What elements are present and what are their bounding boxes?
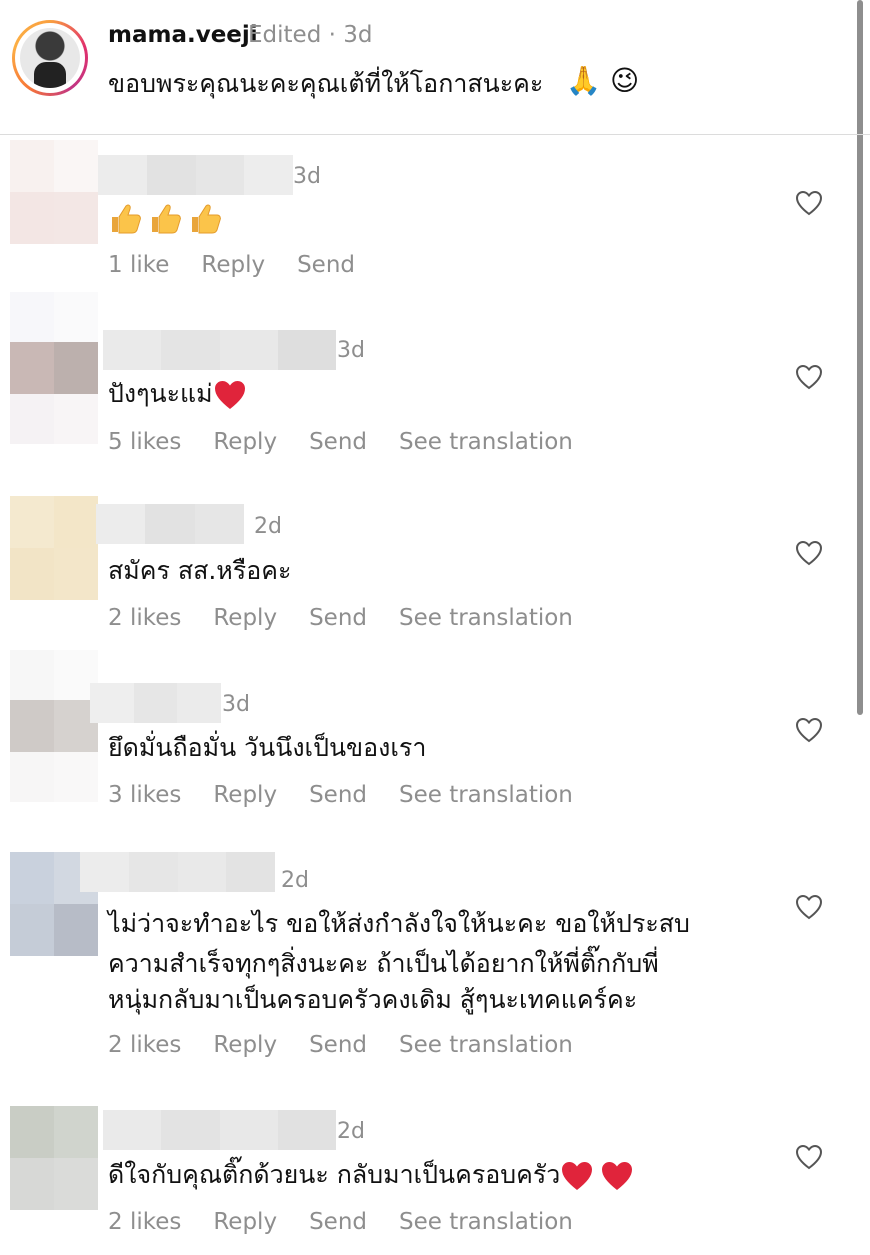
reply-button[interactable]: Reply <box>213 1209 277 1235</box>
winking-face-emoji-icon: 😉 <box>610 64 640 97</box>
red-heart-icon <box>562 1162 593 1190</box>
comment-text-row: ปังๆนะแม่ <box>108 372 247 416</box>
blurred-username[interactable] <box>98 155 293 195</box>
avatar[interactable] <box>10 292 98 444</box>
see-translation-link[interactable]: See translation <box>399 1209 573 1235</box>
likes-count[interactable]: 2 likes <box>108 1209 181 1235</box>
see-translation-link[interactable]: See translation <box>399 1032 573 1058</box>
avatar[interactable] <box>12 20 88 96</box>
comment-text: ยึดมั่นถือมั่น วันนึงเป็นของเรา <box>108 733 427 762</box>
folded-hands-emoji-icon: 🙏 <box>566 64 601 97</box>
reply-button[interactable]: Reply <box>213 782 277 808</box>
avatar[interactable] <box>10 496 98 600</box>
send-button[interactable]: Send <box>297 252 355 278</box>
send-button[interactable]: Send <box>309 1032 367 1058</box>
send-button[interactable]: Send <box>309 1209 367 1235</box>
like-heart-icon[interactable] <box>795 190 823 216</box>
blurred-username[interactable] <box>80 852 275 892</box>
comment-text-line: หนุ่มกลับมาเป็นครอบครัวคงเดิม สู้ๆนะเทคแ… <box>108 985 638 1014</box>
avatar[interactable] <box>10 650 98 802</box>
thumbs-up-icon <box>192 204 221 234</box>
like-heart-icon[interactable] <box>795 894 823 920</box>
reply-button[interactable]: Reply <box>213 429 277 455</box>
comment-time: 3d <box>293 164 321 189</box>
blurred-username[interactable] <box>90 683 222 723</box>
reply-button[interactable]: Reply <box>213 605 277 631</box>
like-heart-icon[interactable] <box>795 364 823 390</box>
likes-count[interactable]: 2 likes <box>108 605 181 631</box>
comment-actions: 2 likes Reply Send See translation <box>108 1209 605 1235</box>
comment-text: สมัคร สส.หรือคะ <box>108 556 292 585</box>
like-heart-icon[interactable] <box>795 717 823 743</box>
send-button[interactable]: Send <box>309 782 367 808</box>
thumbs-up-icon <box>112 204 141 234</box>
blurred-username[interactable] <box>103 330 336 370</box>
comment-text: ดีใจกับคุณติ๊กด้วยนะ กลับมาเป็นครอบครัว <box>108 1160 561 1189</box>
send-button[interactable]: Send <box>309 429 367 455</box>
reply-button[interactable]: Reply <box>201 252 265 278</box>
comment-actions: 5 likes Reply Send See translation <box>108 429 605 455</box>
likes-count[interactable]: 2 likes <box>108 1032 181 1058</box>
likes-count[interactable]: 5 likes <box>108 429 181 455</box>
avatar[interactable] <box>10 1106 98 1210</box>
original-post: mama.veeji Edited · 3d ขอบพระคุณนะคะคุณเ… <box>0 0 870 135</box>
see-translation-link[interactable]: See translation <box>399 782 573 808</box>
comment-time: 3d <box>222 692 250 717</box>
comment-time: 3d <box>337 338 365 363</box>
username[interactable]: mama.veeji <box>108 22 258 48</box>
like-heart-icon[interactable] <box>795 1144 823 1170</box>
red-heart-icon <box>214 381 245 409</box>
post-meta: Edited · 3d <box>248 22 373 48</box>
comment-time: 2d <box>281 868 309 893</box>
send-button[interactable]: Send <box>309 605 367 631</box>
comment-actions: 1 like Reply Send <box>108 252 387 278</box>
comment-time: 2d <box>337 1119 365 1144</box>
blurred-username[interactable] <box>96 504 244 544</box>
comment-actions: 2 likes Reply Send See translation <box>108 1032 605 1058</box>
comment-text: ปังๆนะแม่ <box>108 379 213 408</box>
blurred-username[interactable] <box>103 1110 336 1150</box>
likes-count[interactable]: 1 like <box>108 252 169 278</box>
comment-text-line: ไม่ว่าจะทำอะไร ขอให้ส่งกำลังใจให้นะคะ ขอ… <box>108 909 690 938</box>
reply-button[interactable]: Reply <box>213 1032 277 1058</box>
thumbs-up-icon <box>152 204 181 234</box>
like-heart-icon[interactable] <box>795 540 823 566</box>
likes-count[interactable]: 3 likes <box>108 782 181 808</box>
comment-time: 2d <box>254 514 282 539</box>
comment-actions: 3 likes Reply Send See translation <box>108 782 605 808</box>
see-translation-link[interactable]: See translation <box>399 429 573 455</box>
comment-text-row: ดีใจกับคุณติ๊กด้วยนะ กลับมาเป็นครอบครัว <box>108 1153 634 1197</box>
comment-text <box>108 196 228 240</box>
avatar[interactable] <box>10 140 98 244</box>
post-caption: ขอบพระคุณนะคะคุณเต้ที่ให้โอกาสนะคะ <box>108 69 544 98</box>
see-translation-link[interactable]: See translation <box>399 605 573 631</box>
comment-actions: 2 likes Reply Send See translation <box>108 605 605 631</box>
red-heart-icon <box>602 1162 633 1190</box>
